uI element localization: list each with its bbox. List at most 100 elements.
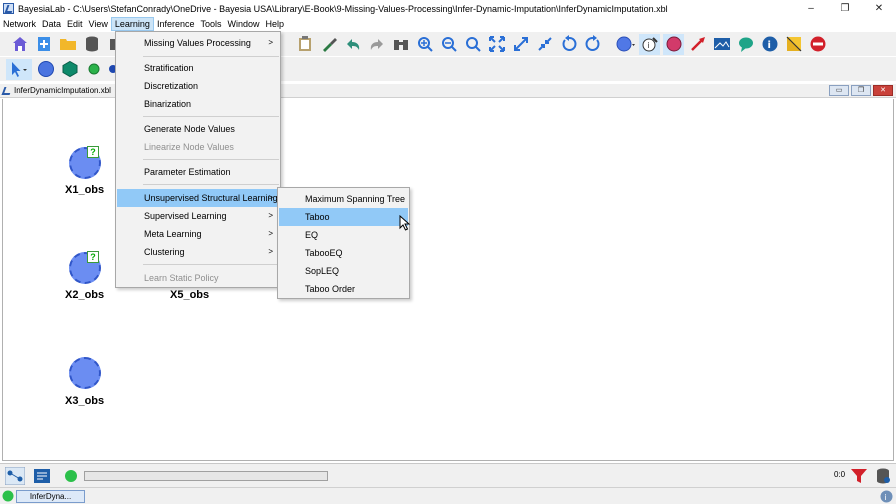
menu-separator — [143, 56, 279, 57]
image-chart-icon[interactable] — [711, 34, 732, 55]
chevron-right-icon: > — [268, 193, 273, 202]
expand-icon[interactable] — [510, 34, 531, 55]
menu-item-label: Supervised Learning — [144, 211, 227, 221]
circle-node-icon[interactable] — [35, 59, 56, 80]
restore-button[interactable]: ❐ — [828, 0, 862, 17]
menu-item-label: Unsupervised Structural Learning — [144, 193, 278, 203]
minimize-button[interactable]: – — [794, 0, 828, 17]
chevron-right-icon: > — [268, 38, 273, 47]
fit-window-icon[interactable] — [486, 34, 507, 55]
menu-parameter-estimation[interactable]: Parameter Estimation — [117, 163, 279, 181]
submenu-sopleq[interactable]: SopLEQ — [279, 262, 408, 280]
menu-item-label: Meta Learning — [144, 229, 202, 239]
menu-window[interactable]: Window — [224, 17, 262, 31]
menu-separator — [143, 159, 279, 160]
missing-value-question-icon: ? — [87, 251, 99, 263]
counter-readout: 0:0 — [834, 470, 846, 479]
clipboard-icon[interactable] — [294, 34, 315, 55]
select-pointer-icon[interactable] — [6, 58, 32, 80]
task-button-inferdyna[interactable]: InferDyna... — [16, 490, 85, 503]
menu-inference[interactable]: Inference — [154, 17, 198, 31]
rotate-right-icon[interactable] — [582, 34, 603, 55]
doc-restore-button[interactable]: ❐ — [851, 85, 871, 96]
menu-separator — [143, 184, 279, 185]
new-file-icon[interactable] — [33, 34, 54, 55]
chevron-right-icon: > — [268, 229, 273, 238]
menu-meta-learning[interactable]: Meta Learning > — [117, 225, 279, 243]
svg-text:i: i — [647, 41, 649, 50]
node-label-x3-obs: X3_obs — [65, 395, 105, 407]
doc-close-button[interactable]: ✕ — [873, 85, 893, 96]
info-globe-icon[interactable]: i — [759, 34, 780, 55]
status-ok-icon — [64, 469, 78, 485]
submenu-tabooeq[interactable]: TabooEQ — [279, 244, 408, 262]
menu-missing-values-processing[interactable]: Missing Values Processing > — [117, 34, 279, 52]
menu-view[interactable]: View — [86, 17, 111, 31]
unsupervised-learning-submenu: Maximum Spanning Tree Taboo EQ TabooEQ S… — [277, 187, 410, 299]
zoom-in-icon[interactable] — [414, 34, 435, 55]
monitor-node-icon[interactable] — [663, 33, 684, 55]
menu-network[interactable]: Network — [0, 17, 39, 31]
home-icon[interactable] — [9, 34, 30, 55]
menu-discretization[interactable]: Discretization — [117, 77, 279, 95]
zoom-reset-icon[interactable] — [462, 34, 483, 55]
database-icon[interactable] — [81, 34, 102, 55]
menu-stratification[interactable]: Stratification — [117, 59, 279, 77]
note-icon[interactable] — [783, 34, 804, 55]
network-file-icon — [1, 87, 13, 95]
menu-separator — [143, 264, 279, 265]
document-tab-label: InferDynamicImputation.xbl — [14, 86, 111, 95]
window-title: BayesiaLab - C:\Users\StefanConrady\OneD… — [18, 3, 668, 14]
menu-generate-node-values[interactable]: Generate Node Values — [117, 120, 279, 138]
comment-icon[interactable] — [735, 34, 756, 55]
submenu-taboo-order[interactable]: Taboo Order — [279, 280, 408, 298]
brush-icon[interactable] — [318, 34, 339, 55]
progress-bar — [84, 471, 328, 481]
menu-data[interactable]: Data — [39, 17, 64, 31]
menu-tools[interactable]: Tools — [197, 17, 224, 31]
learning-menu: Missing Values Processing > Stratificati… — [115, 31, 281, 288]
menu-help[interactable]: Help — [263, 17, 288, 31]
rotate-left-icon[interactable] — [558, 34, 579, 55]
partial-node-icon[interactable] — [107, 59, 115, 80]
filter-icon[interactable] — [850, 467, 868, 487]
no-entry-icon[interactable] — [807, 34, 828, 55]
menu-supervised-learning[interactable]: Supervised Learning > — [117, 207, 279, 225]
node-circle-dropdown-icon[interactable] — [615, 34, 636, 55]
hexagon-node-icon[interactable] — [59, 59, 80, 80]
node-info-icon[interactable]: i — [639, 33, 660, 55]
chevron-right-icon: > — [268, 247, 273, 256]
menu-edit[interactable]: Edit — [64, 17, 86, 31]
submenu-taboo[interactable]: Taboo — [279, 208, 408, 226]
binoculars-icon[interactable] — [390, 34, 411, 55]
console-icon[interactable] — [33, 467, 51, 487]
arc-tool-icon[interactable] — [687, 34, 708, 55]
contract-icon[interactable] — [534, 34, 555, 55]
small-circle-node-icon[interactable] — [83, 59, 104, 80]
status-bar: 0:0 — [0, 463, 896, 487]
svg-text:i: i — [767, 40, 770, 51]
doc-minimize-button[interactable]: ▭ — [829, 85, 849, 96]
zoom-out-icon[interactable] — [438, 34, 459, 55]
submenu-eq[interactable]: EQ — [279, 226, 408, 244]
chevron-right-icon: > — [268, 211, 273, 220]
redo-icon[interactable] — [366, 34, 387, 55]
menu-learning[interactable]: Learning — [110, 17, 154, 31]
title-bar: BayesiaLab - C:\Users\StefanConrady\OneD… — [0, 0, 896, 17]
menu-binarization[interactable]: Binarization — [117, 95, 279, 113]
database-status-icon[interactable] — [874, 467, 892, 487]
submenu-maximum-spanning-tree[interactable]: Maximum Spanning Tree — [279, 190, 408, 208]
menu-clustering[interactable]: Clustering > — [117, 243, 279, 261]
undo-icon[interactable] — [342, 34, 363, 55]
menu-item-label: Clustering — [144, 247, 185, 257]
menu-learn-static-policy: Learn Static Policy — [144, 273, 219, 283]
help-icon[interactable]: i — [880, 490, 893, 504]
svg-text:i: i — [885, 493, 887, 502]
network-mode-icon[interactable] — [4, 466, 26, 487]
menu-linearize-node-values: Linearize Node Values — [144, 142, 234, 152]
menu-unsupervised-structural-learning[interactable]: Unsupervised Structural Learning > — [117, 189, 279, 207]
close-button[interactable]: ✕ — [862, 0, 896, 17]
node-circle — [69, 357, 101, 389]
menu-bar: Network Data Edit View Learning Inferenc… — [0, 17, 896, 31]
open-folder-icon[interactable] — [57, 34, 78, 55]
